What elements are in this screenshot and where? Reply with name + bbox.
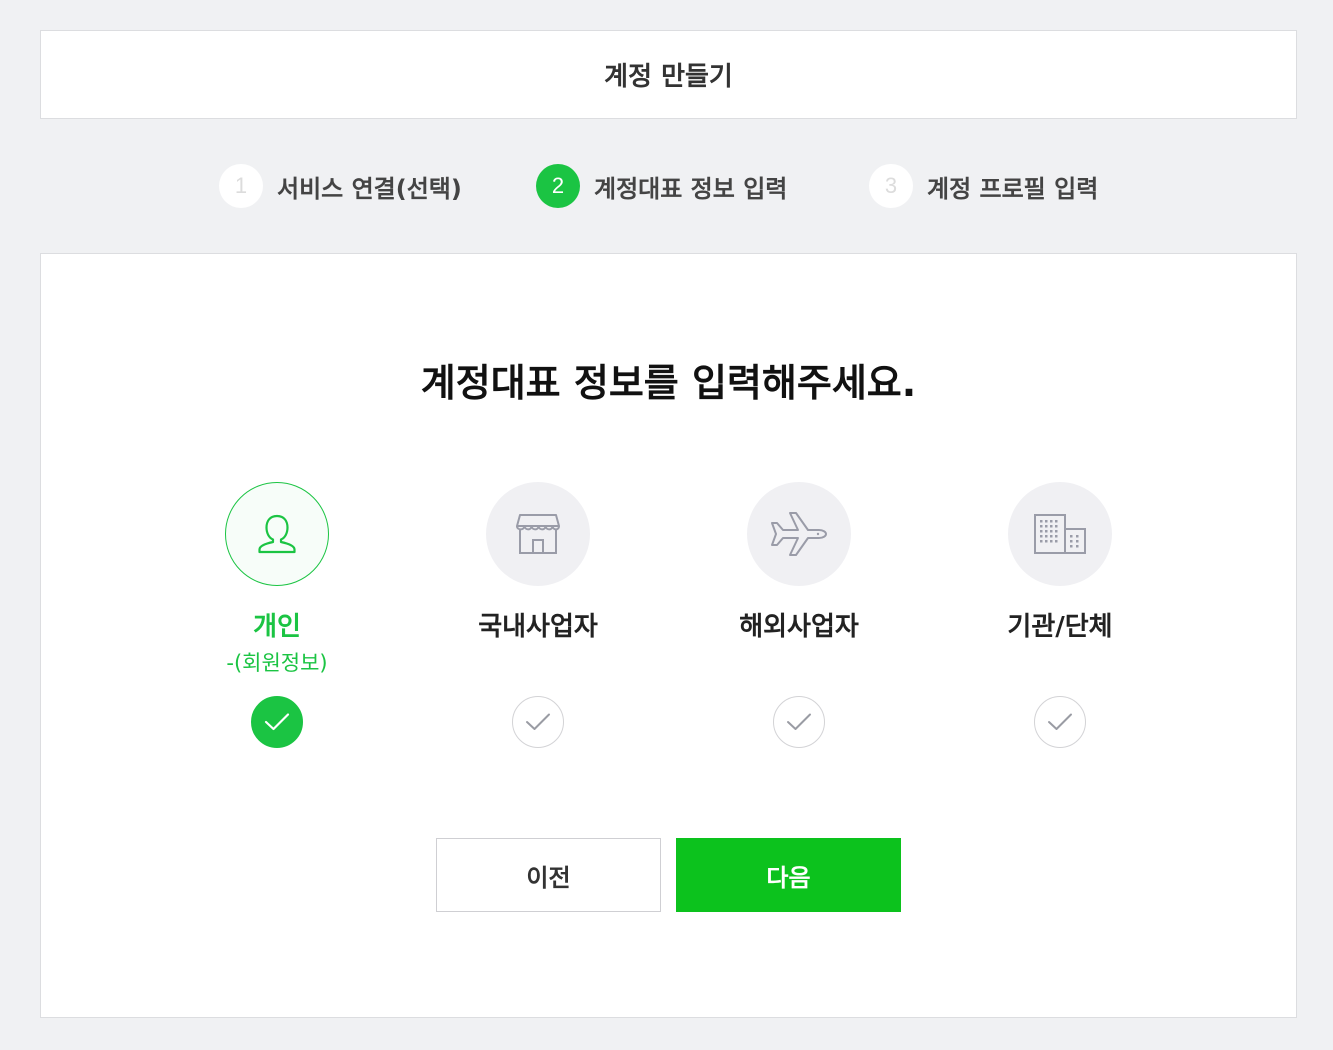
step-representative-info: 2 계정대표 정보 입력	[536, 162, 787, 210]
option-icon-circle	[747, 482, 851, 586]
option-organization[interactable]: 기관/단체	[945, 482, 1175, 752]
store-icon	[516, 514, 560, 554]
step-number: 2	[536, 164, 580, 208]
option-domestic-business[interactable]: 국내사업자	[423, 482, 653, 752]
section-title: 계정대표 정보를 입력해주세요.	[420, 361, 917, 405]
option-check-button[interactable]	[512, 696, 564, 748]
option-name: 기관/단체	[1007, 612, 1113, 642]
page-header: 계정 만들기	[40, 30, 1297, 119]
step-label: 서비스 연결(선택)	[277, 174, 462, 203]
step-number: 1	[219, 164, 263, 208]
option-name: 국내사업자	[478, 612, 598, 642]
step-service-connect: 1 서비스 연결(선택)	[219, 162, 462, 210]
checkmark-icon	[787, 713, 811, 730]
option-overseas-business[interactable]: 해외사업자	[684, 482, 914, 752]
option-name: 개인	[253, 612, 301, 642]
checkmark-icon	[264, 713, 290, 731]
main-panel: 계정대표 정보를 입력해주세요. 개인 -(회원정보) 국내사업자 해외사업자 …	[40, 253, 1297, 1018]
step-label: 계정대표 정보 입력	[594, 174, 788, 203]
option-check-button[interactable]	[773, 696, 825, 748]
option-icon-circle	[1008, 482, 1112, 586]
step-profile: 3 계정 프로필 입력	[869, 162, 1098, 210]
option-individual[interactable]: 개인 -(회원정보)	[162, 482, 392, 752]
checkmark-icon	[1048, 713, 1072, 730]
page-title: 계정 만들기	[604, 62, 733, 92]
airplane-icon	[771, 512, 827, 556]
previous-button[interactable]: 이전	[436, 838, 661, 912]
option-check-button[interactable]	[251, 696, 303, 748]
step-label: 계정 프로필 입력	[927, 174, 1099, 203]
option-name: 해외사업자	[739, 612, 859, 642]
step-indicator: 1 서비스 연결(선택) 2 계정대표 정보 입력 3 계정 프로필 입력	[0, 162, 1333, 210]
option-check-button[interactable]	[1034, 696, 1086, 748]
checkmark-icon	[526, 713, 550, 730]
building-icon	[1034, 514, 1086, 554]
person-icon	[258, 514, 296, 554]
step-number: 3	[869, 164, 913, 208]
option-icon-circle	[225, 482, 329, 586]
next-button[interactable]: 다음	[676, 838, 901, 912]
option-subtext: -(회원정보)	[226, 651, 328, 675]
option-icon-circle	[486, 482, 590, 586]
